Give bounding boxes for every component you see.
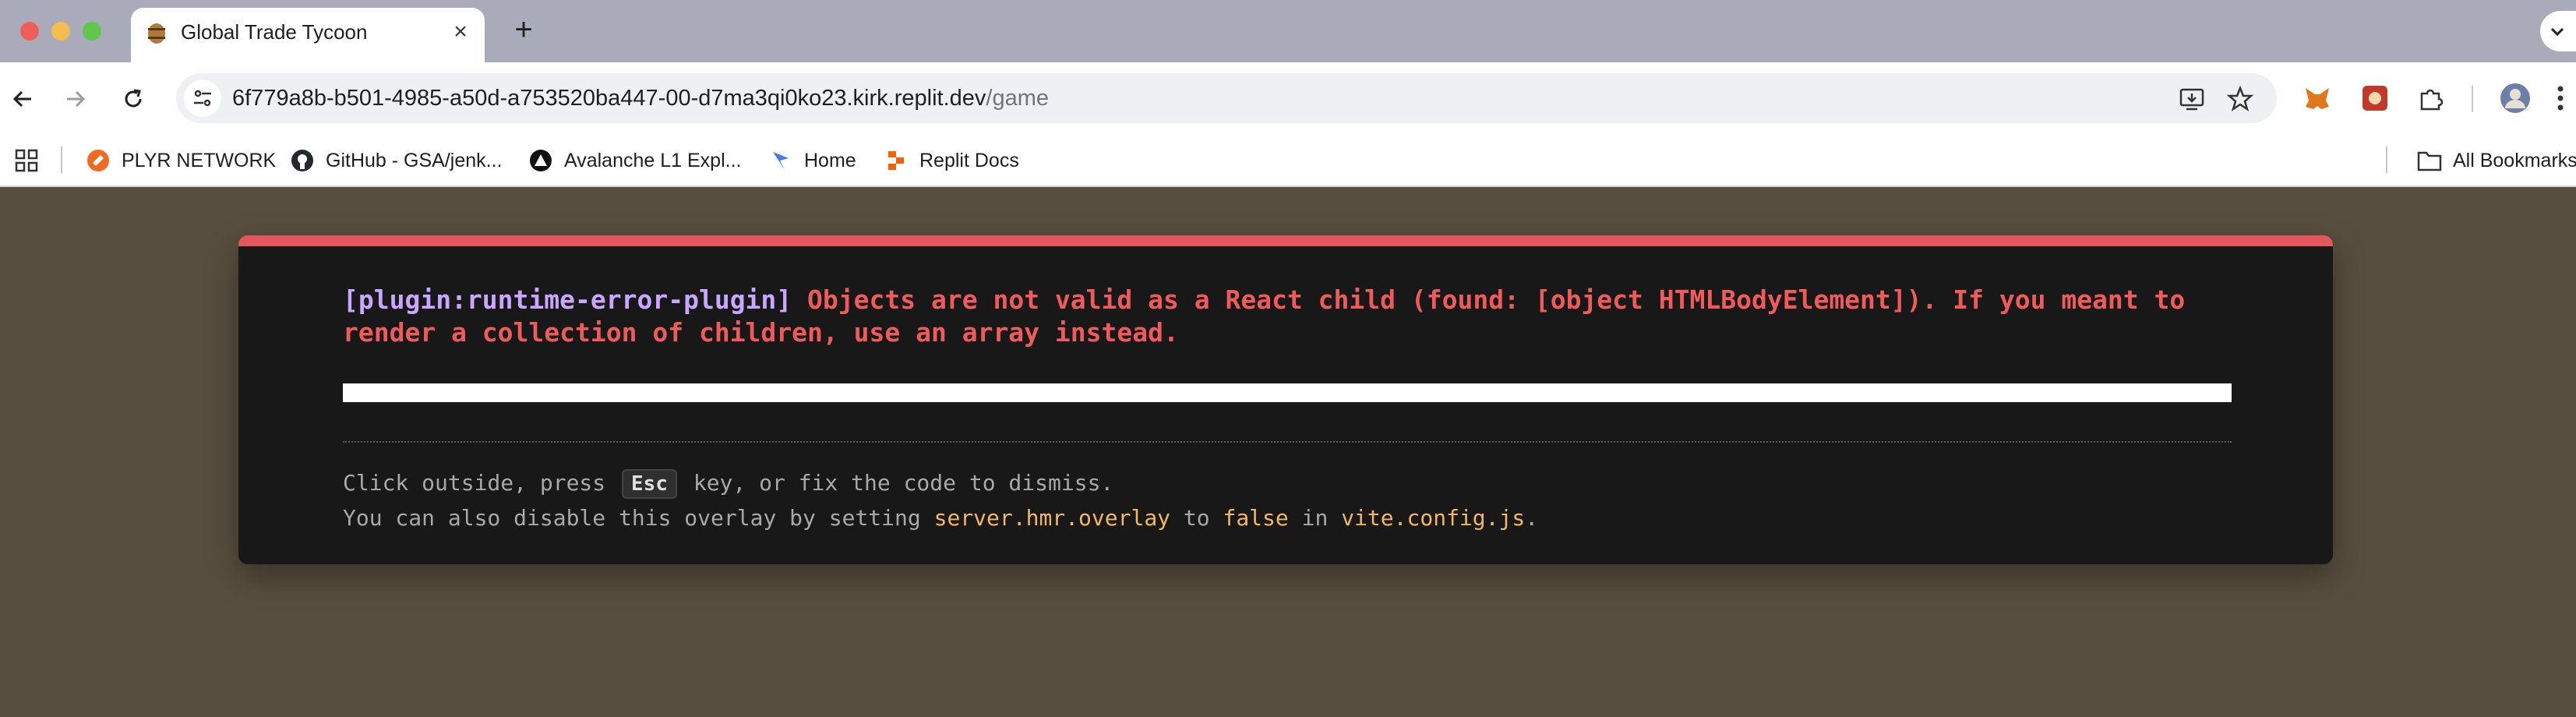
plyr-icon — [86, 148, 111, 173]
setting-value: false — [1223, 505, 1289, 531]
metamask-extension-icon[interactable] — [2299, 79, 2336, 117]
arrow-right-icon — [67, 90, 86, 108]
home-logo-icon — [768, 148, 793, 173]
bookmark-plyr[interactable]: PLYR NETWORK — [86, 145, 276, 176]
bookmark-star-icon[interactable] — [2225, 84, 2255, 114]
barrel-icon — [145, 22, 168, 45]
close-window-button[interactable] — [20, 22, 39, 41]
profile-avatar[interactable] — [2497, 79, 2534, 117]
site-info-button[interactable] — [184, 79, 221, 117]
tip-text: in — [1301, 505, 1329, 531]
tip-text: . — [1525, 505, 1539, 531]
tip-text: You can also disable this overlay by set… — [343, 505, 921, 531]
bookmark-label: Replit Docs — [919, 149, 1019, 171]
browser-toolbar: 6f779a8b-b501-4985-a50d-a753520ba447-00-… — [0, 62, 2576, 134]
red-extension-icon[interactable] — [2356, 79, 2394, 117]
bookmark-label: GitHub - GSA/jenk... — [326, 149, 503, 171]
apps-grid-button[interactable] — [14, 145, 39, 176]
replit-icon — [884, 148, 909, 173]
tab-title: Global Trade Tycoon — [181, 20, 368, 44]
close-tab-icon[interactable]: × — [447, 19, 474, 45]
kebab-menu-icon[interactable] — [2542, 79, 2576, 117]
bookmark-divider — [61, 147, 62, 173]
tab-strip: Global Trade Tycoon × + — [0, 0, 2576, 62]
bookmarks-bar: PLYR NETWORK GitHub - GSA/jenk... Avalan… — [0, 134, 2576, 187]
all-bookmarks-button[interactable]: All Bookmarks — [2417, 145, 2576, 176]
error-message: [plugin:runtime-error-plugin] Objects ar… — [343, 284, 2244, 349]
setting-name: server.hmr.overlay — [933, 505, 1171, 531]
install-app-icon[interactable] — [2177, 84, 2207, 114]
dismiss-tip: Click outside, press Esc key, or fix the… — [343, 469, 1113, 499]
config-tip: You can also disable this overlay by set… — [343, 505, 1538, 531]
error-overlay[interactable]: [plugin:runtime-error-plugin] Objects ar… — [238, 235, 2333, 564]
tip-text: Click outside, press — [343, 470, 606, 496]
reload-button[interactable] — [114, 79, 153, 118]
tab-active[interactable]: Global Trade Tycoon × — [131, 8, 485, 62]
tab-search-button[interactable] — [2540, 11, 2576, 51]
maximize-window-button[interactable] — [83, 22, 101, 41]
back-button[interactable] — [3, 79, 42, 118]
apps-grid-icon — [15, 149, 38, 172]
bookmark-home[interactable]: Home — [768, 145, 856, 176]
bookmark-github[interactable]: GitHub - GSA/jenk... — [290, 145, 502, 176]
url-host: 6f779a8b-b501-4985-a50d-a753520ba447-00-… — [232, 86, 986, 111]
github-icon — [290, 148, 315, 173]
reload-icon — [125, 89, 142, 108]
bookmark-replit-docs[interactable]: Replit Docs — [884, 145, 1019, 176]
extensions-puzzle-icon[interactable] — [2412, 79, 2450, 117]
toolbar-divider — [2472, 86, 2473, 112]
tip-text: key, or fix the code to dismiss. — [693, 470, 1114, 496]
bookmark-divider — [2386, 147, 2387, 173]
address-bar[interactable]: 6f779a8b-b501-4985-a50d-a753520ba447-00-… — [176, 73, 2277, 123]
new-tab-button[interactable]: + — [508, 14, 539, 45]
url-text: 6f779a8b-b501-4985-a50d-a753520ba447-00-… — [232, 86, 1049, 111]
bookmark-label: Home — [804, 149, 856, 171]
bookmark-label: PLYR NETWORK — [122, 149, 277, 171]
minimize-window-button[interactable] — [51, 22, 70, 41]
url-path: /game — [986, 86, 1049, 111]
esc-key: Esc — [622, 469, 677, 499]
arrow-left-icon — [12, 90, 31, 108]
folder-icon — [2417, 148, 2442, 173]
config-file-name: vite.config.js — [1341, 505, 1526, 531]
bookmark-label: Avalanche L1 Expl... — [564, 149, 742, 171]
error-plugin-name: [plugin:runtime-error-plugin] — [343, 284, 792, 315]
tip-text: to — [1183, 505, 1210, 531]
overlay-separator — [343, 441, 2232, 443]
forward-button[interactable] — [56, 79, 95, 118]
bookmark-avalanche[interactable]: Avalanche L1 Expl... — [528, 145, 741, 176]
chevron-down-icon — [2550, 27, 2564, 37]
tune-icon — [194, 90, 211, 107]
stack-trace-frame — [343, 383, 2232, 402]
avalanche-icon — [528, 148, 553, 173]
all-bookmarks-label: All Bookmarks — [2453, 149, 2576, 171]
